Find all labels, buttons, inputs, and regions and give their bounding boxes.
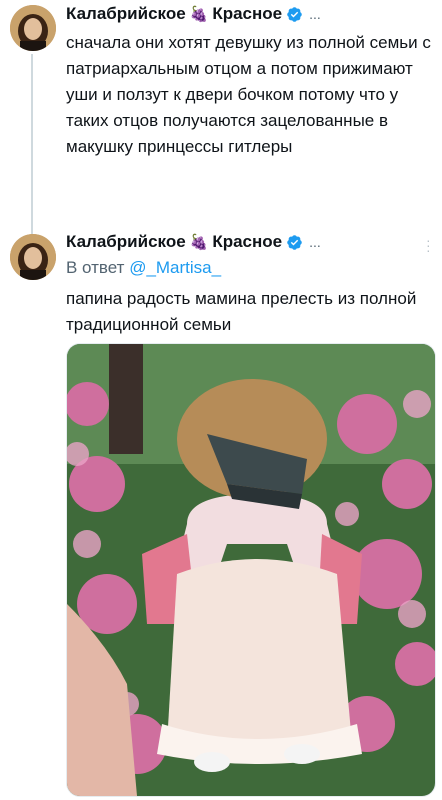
- thread-line: [31, 54, 33, 234]
- tweet-header: Калабрийское 🍇 Красное ...: [66, 4, 321, 24]
- more-dots: ...: [309, 234, 321, 250]
- verified-badge-icon: [287, 234, 302, 250]
- tweet-header: Калабрийское 🍇 Красное ...: [66, 232, 321, 252]
- author-name-suffix[interactable]: Красное: [212, 232, 282, 252]
- verified-badge-icon: [287, 6, 302, 22]
- grapes-icon: 🍇: [189, 233, 209, 251]
- author-name[interactable]: Калабрийское: [66, 232, 186, 252]
- author-name[interactable]: Калабрийское: [66, 4, 186, 24]
- grapes-icon: 🍇: [189, 5, 209, 23]
- reply-context: В ответ @_Martisa_: [66, 258, 221, 278]
- tweet-text: папина радость мамина прелесть из полной…: [66, 289, 417, 334]
- reply-prefix: В ответ: [66, 258, 125, 277]
- author-name-suffix[interactable]: Красное: [212, 4, 282, 24]
- reply-handle-link[interactable]: @_Martisa_: [129, 258, 221, 277]
- tweet-text: сначала они хотят девушку из полной семь…: [66, 33, 431, 156]
- more-options-icon[interactable]: · · ·: [426, 233, 431, 257]
- author-avatar[interactable]: [10, 234, 56, 280]
- more-dots: ...: [309, 6, 321, 22]
- author-avatar[interactable]: [10, 5, 56, 51]
- tweet-1[interactable]: Калабрийское 🍇 Красное ... сначала они х…: [0, 0, 442, 234]
- tweet-photo[interactable]: [66, 343, 436, 797]
